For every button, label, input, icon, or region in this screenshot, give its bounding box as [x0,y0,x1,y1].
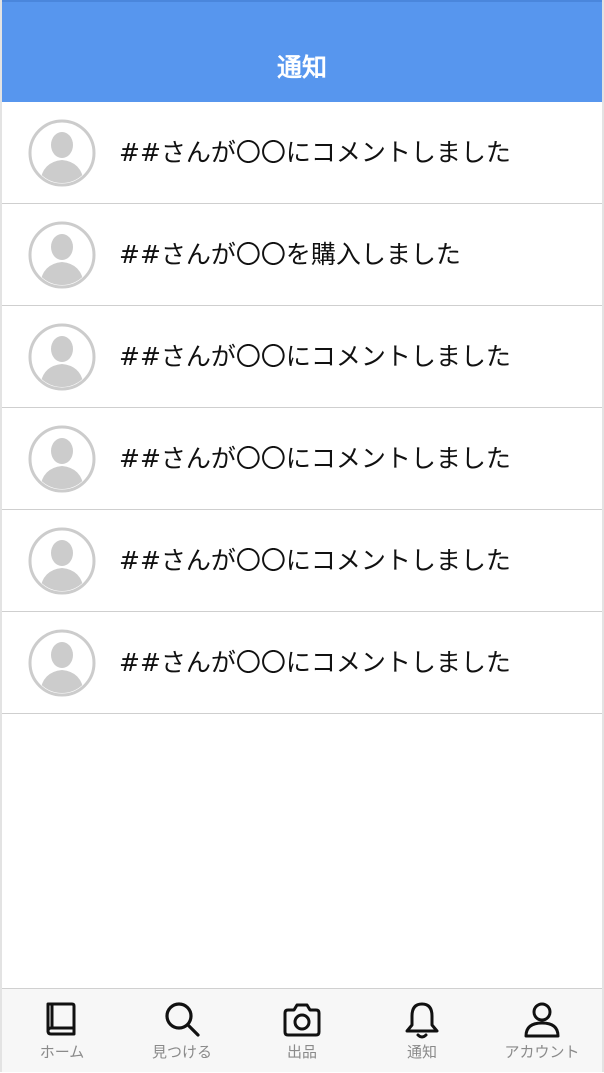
user-icon [521,999,563,1041]
notification-message: ##さんが〇〇にコメントしました [119,137,511,167]
tab-account[interactable]: アカウント [482,989,602,1073]
camera-icon [281,999,323,1041]
notification-item[interactable]: ##さんが〇〇にコメントしました [2,102,602,204]
search-icon [161,999,203,1041]
notification-message: ##さんが〇〇にコメントしました [119,545,511,575]
user-avatar-icon [28,119,96,187]
tab-home-label: ホーム [39,1043,85,1061]
user-avatar-icon [28,527,96,595]
notification-item[interactable]: ##さんが〇〇にコメントしました [2,408,602,510]
user-avatar-icon [28,425,96,493]
tab-notifications-label: 通知 [406,1043,437,1061]
tab-search-label: 見つける [151,1043,212,1061]
user-avatar-icon [28,221,96,289]
tab-sell-label: 出品 [286,1043,317,1061]
notification-message: ##さんが〇〇にコメントしました [119,647,511,677]
page-title: 通知 [276,53,327,82]
tab-sell[interactable]: 出品 [242,989,362,1073]
tab-home[interactable]: ホーム [2,989,122,1073]
notification-message: ##さんが〇〇にコメントしました [119,341,511,371]
notifications-screen: 通知 ##さんが〇〇にコメントしました ##さんが〇〇を購入しました ##さんが… [0,0,604,1072]
notification-list: ##さんが〇〇にコメントしました ##さんが〇〇を購入しました ##さんが〇〇に… [2,102,602,714]
bell-icon [401,999,443,1041]
user-avatar-icon [28,323,96,391]
bottom-tab-bar: ホーム 見つける 出品 通知 アカウント [2,988,602,1072]
tab-account-label: アカウント [504,1043,580,1061]
book-icon [41,999,83,1041]
notification-item[interactable]: ##さんが〇〇にコメントしました [2,306,602,408]
notification-message: ##さんが〇〇を購入しました [119,239,461,269]
tab-search[interactable]: 見つける [122,989,242,1073]
notification-item[interactable]: ##さんが〇〇を購入しました [2,204,602,306]
notification-item[interactable]: ##さんが〇〇にコメントしました [2,510,602,612]
notification-message: ##さんが〇〇にコメントしました [119,443,511,473]
notification-item[interactable]: ##さんが〇〇にコメントしました [2,612,602,714]
user-avatar-icon [28,629,96,697]
tab-notifications[interactable]: 通知 [362,989,482,1073]
header-bar: 通知 [2,0,602,102]
